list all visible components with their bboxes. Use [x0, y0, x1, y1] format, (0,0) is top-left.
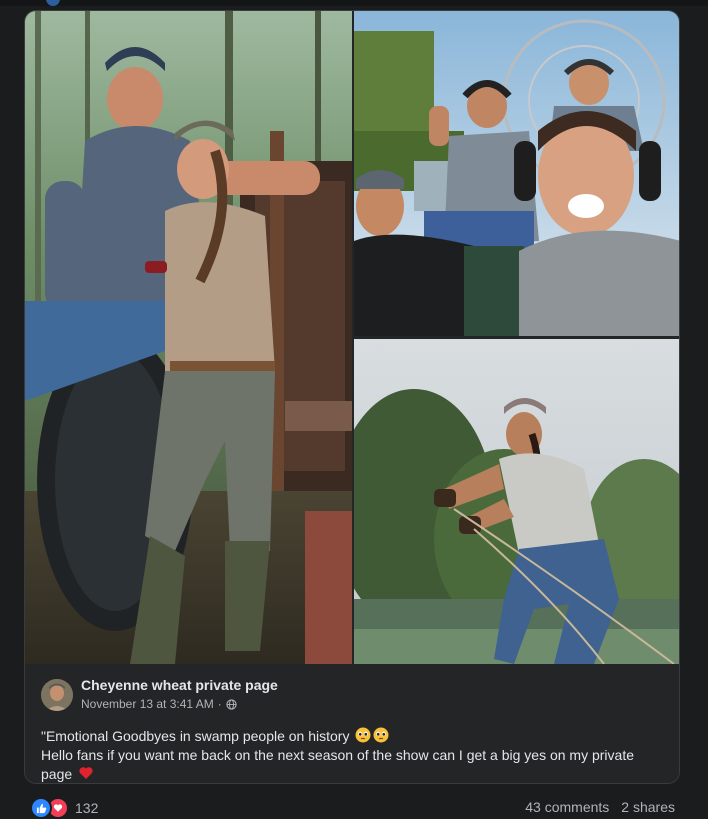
like-icon: [30, 797, 52, 819]
post-stats: 43 comments 2 shares: [525, 799, 675, 815]
post-text-line-3: page: [41, 765, 651, 783]
post-text-line-1: "Emotional Goodbyes in swamp people on h…: [41, 727, 651, 746]
previous-post-edge: [0, 0, 708, 6]
feed-page: Cheyenne wheat private page November 13 …: [0, 0, 708, 819]
post-text-line-2: Hello fans if you want me back on the ne…: [41, 747, 634, 763]
post-timestamp-link[interactable]: November 13 at 3:41 AM: [81, 697, 214, 711]
post-text: "Emotional Goodbyes in swamp people on h…: [41, 727, 651, 783]
comments-count-link[interactable]: 43 comments: [525, 799, 609, 815]
post-photo-1[interactable]: [25, 11, 352, 664]
pleading-face-emoji: [373, 727, 389, 743]
photo-3-illustration: [354, 339, 679, 664]
post-photo-3[interactable]: [354, 339, 679, 664]
pleading-face-emoji: [355, 727, 371, 743]
red-heart-emoji: [79, 767, 93, 779]
post-text-line-3-text: page: [41, 766, 73, 782]
post-meta: November 13 at 3:41 AM ·: [81, 697, 237, 711]
previous-post-avatar-edge: [46, 0, 60, 6]
reaction-count: 132: [75, 800, 99, 816]
shared-post-card[interactable]: Cheyenne wheat private page November 13 …: [24, 10, 680, 784]
author-name-link[interactable]: Cheyenne wheat private page: [81, 677, 278, 693]
post-footer: 132 43 comments 2 shares: [0, 790, 708, 819]
photo-2-illustration: [354, 11, 679, 336]
globe-icon[interactable]: [226, 698, 237, 710]
photo-1-illustration: [25, 11, 352, 664]
shared-post-info: Cheyenne wheat private page November 13 …: [25, 664, 679, 783]
meta-separator: ·: [217, 697, 222, 711]
post-text-line-1-text: "Emotional Goodbyes in swamp people on h…: [41, 728, 350, 744]
shares-count-link[interactable]: 2 shares: [621, 799, 675, 815]
avatar-image: [41, 679, 73, 711]
post-photo-2[interactable]: [354, 11, 679, 336]
author-avatar[interactable]: [41, 679, 73, 711]
reactions-summary[interactable]: 132: [30, 797, 98, 819]
